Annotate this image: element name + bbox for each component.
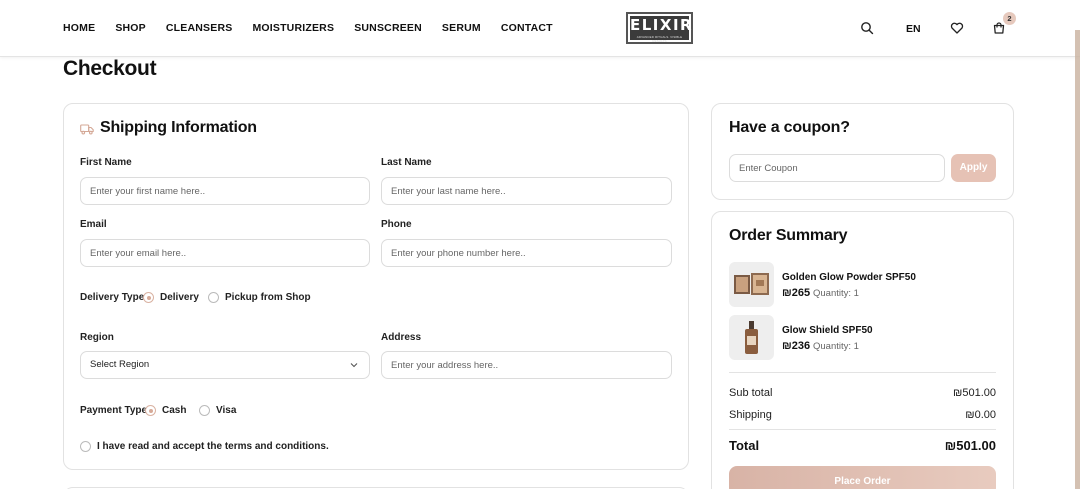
region-label: Region — [80, 332, 114, 343]
subtotal-value: ₪501.00 — [953, 387, 996, 399]
shipping-card — [63, 103, 689, 470]
cart-icon[interactable] — [992, 21, 1006, 35]
coupon-input[interactable] — [729, 154, 945, 182]
cash-option-label[interactable]: Cash — [162, 405, 186, 416]
summary-divider — [729, 372, 996, 373]
page-scrollbar[interactable] — [1075, 30, 1080, 489]
page-title: Checkout — [63, 57, 157, 80]
product-thumbnail[interactable] — [729, 315, 774, 360]
coupon-title: Have a coupon? — [729, 119, 850, 136]
product-quantity: Quantity: 1 — [813, 288, 859, 299]
chevron-down-icon — [350, 363, 358, 368]
pickup-radio[interactable] — [208, 292, 219, 303]
nav-serum[interactable]: SERUM — [442, 22, 481, 34]
total-value: ₪501.00 — [944, 438, 996, 453]
product-price: ₪236 — [782, 340, 811, 352]
shipping-title: Shipping Information — [100, 119, 257, 136]
nav-home[interactable]: HOME — [63, 22, 95, 34]
total-label: Total — [729, 438, 760, 453]
nav-shop[interactable]: SHOP — [115, 22, 146, 34]
phone-input[interactable] — [381, 239, 672, 267]
cart-count-badge: 2 — [1003, 12, 1016, 25]
shipping-cost-value: ₪0.00 — [965, 409, 996, 421]
region-select-value: Select Region — [90, 359, 150, 370]
brand-logo[interactable]: ELIXIR ADVANCED RITUALS. VISIBLE RESULTS — [626, 12, 693, 44]
last-name-label: Last Name — [381, 157, 432, 168]
address-input[interactable] — [381, 351, 672, 379]
delivery-type-label: Delivery Type : — [80, 292, 151, 303]
email-input[interactable] — [80, 239, 370, 267]
site-header: HOME SHOP CLEANSERS MOISTURIZERS SUNSCRE… — [0, 0, 1080, 57]
first-name-label: First Name — [80, 157, 132, 168]
product-quantity: Quantity: 1 — [813, 341, 859, 352]
nav-moisturizers[interactable]: MOISTURIZERS — [252, 22, 334, 34]
visa-option-label[interactable]: Visa — [216, 405, 236, 416]
region-select[interactable]: Select Region — [80, 351, 370, 379]
product-name[interactable]: Golden Glow Powder SPF50 — [782, 272, 916, 283]
summary-divider — [729, 429, 996, 430]
cash-radio[interactable] — [145, 405, 156, 416]
delivery-option-label[interactable]: Delivery — [160, 292, 199, 303]
product-thumbnail[interactable] — [729, 262, 774, 307]
product-name[interactable]: Glow Shield SPF50 — [782, 325, 873, 336]
product-price: ₪265 — [782, 287, 811, 299]
first-name-input[interactable] — [80, 177, 370, 205]
shield-product-image — [745, 321, 758, 354]
email-label: Email — [80, 219, 107, 230]
nav-contact[interactable]: CONTACT — [501, 22, 553, 34]
main-nav: HOME SHOP CLEANSERS MOISTURIZERS SUNSCRE… — [63, 22, 573, 34]
search-icon[interactable] — [860, 21, 874, 35]
address-label: Address — [381, 332, 422, 343]
visa-radio[interactable] — [199, 405, 210, 416]
payment-type-label: Payment Type : — [80, 405, 154, 416]
delivery-radio[interactable] — [143, 292, 154, 303]
shipping-cost-label: Shipping — [729, 409, 772, 421]
language-switch[interactable]: EN — [906, 23, 921, 35]
order-summary-title: Order Summary — [729, 227, 848, 244]
phone-label: Phone — [381, 219, 412, 230]
place-order-button[interactable]: Place Order — [729, 466, 996, 489]
pickup-option-label[interactable]: Pickup from Shop — [225, 292, 311, 303]
logo-plate: ELIXIR ADVANCED RITUALS. VISIBLE RESULTS — [630, 16, 694, 43]
nav-cleansers[interactable]: CLEANSERS — [166, 22, 233, 34]
powder-product-image — [734, 273, 769, 295]
nav-sunscreen[interactable]: SUNSCREEN — [354, 22, 422, 34]
last-name-input[interactable] — [381, 177, 672, 205]
terms-label[interactable]: I have read and accept the terms and con… — [97, 441, 329, 452]
terms-checkbox[interactable] — [80, 441, 91, 452]
apply-coupon-button[interactable]: Apply — [951, 154, 996, 182]
logo-wordmark: ELIXIR — [630, 16, 694, 34]
subtotal-label: Sub total — [729, 387, 773, 399]
coupon-card — [711, 103, 1014, 200]
heart-icon[interactable] — [950, 21, 964, 35]
logo-tagline: ADVANCED RITUALS. VISIBLE RESULTS — [636, 35, 683, 43]
truck-icon — [80, 124, 94, 135]
